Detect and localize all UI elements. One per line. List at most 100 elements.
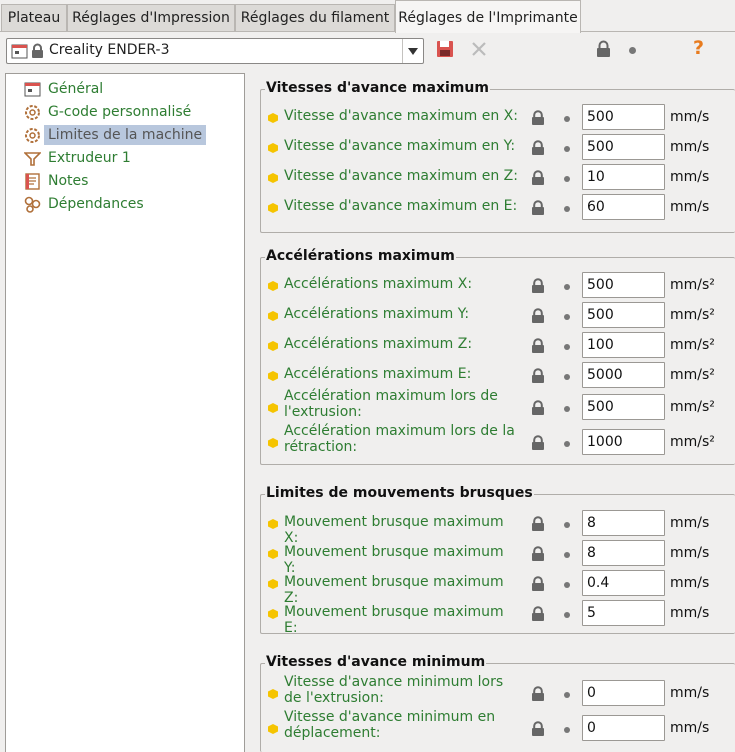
- save-icon[interactable]: [436, 40, 454, 58]
- lock-icon[interactable]: [531, 308, 545, 324]
- max-feedrate-x-input[interactable]: [582, 104, 665, 130]
- bullet-icon: [268, 519, 278, 529]
- setting-label: Vitesse d'avance maximum en X:: [284, 108, 518, 124]
- lock-icon[interactable]: [531, 516, 545, 532]
- reset-dot[interactable]: [564, 727, 570, 733]
- min-feedrate-extruding-input[interactable]: [582, 680, 665, 706]
- lock-icon[interactable]: [531, 278, 545, 294]
- group-title: Accélérations maximum: [265, 248, 456, 264]
- help-icon[interactable]: ?: [693, 37, 704, 59]
- lock-icon[interactable]: [531, 368, 545, 384]
- lock-icon: [32, 43, 43, 58]
- min-feedrate-travel-input[interactable]: [582, 715, 665, 741]
- unit-label: mm/s²: [670, 434, 715, 450]
- lock-icon[interactable]: [531, 170, 545, 186]
- setting-row: Vitesse d'avance maximum en Y: mm/s: [268, 134, 735, 162]
- max-jerk-e-input[interactable]: [582, 600, 665, 626]
- unit-label: mm/s²: [670, 277, 715, 293]
- setting-label: Vitesse d'avance maximum en Y:: [284, 138, 516, 154]
- tree-item-label: Dépendances: [48, 196, 144, 212]
- lock-icon[interactable]: [531, 338, 545, 354]
- lock-icon[interactable]: [596, 40, 611, 58]
- reset-dot[interactable]: [564, 344, 570, 350]
- bullet-icon: [268, 689, 278, 699]
- reset-dot[interactable]: [564, 582, 570, 588]
- tab-printer-settings[interactable]: Réglages de l'Imprimante: [395, 0, 581, 33]
- setting-row: Vitesse d'avance maximum en X: mm/s: [268, 104, 735, 132]
- reset-dot[interactable]: [564, 552, 570, 558]
- printer-preset-label: Creality ENDER-3: [49, 42, 170, 58]
- setting-row: Mouvement brusque maximum Z: mm/s: [268, 570, 735, 606]
- setting-row: Accélérations maximum Y: mm/s²: [268, 302, 735, 330]
- lock-icon[interactable]: [531, 435, 545, 451]
- max-accel-z-input[interactable]: [582, 332, 665, 358]
- setting-label: Accélérations maximum Z:: [284, 336, 473, 352]
- close-icon[interactable]: [470, 40, 488, 58]
- max-accel-extruding-input[interactable]: [582, 394, 665, 420]
- setting-row: Accélération maximum lors de la rétracti…: [268, 423, 735, 457]
- reset-dot[interactable]: [564, 206, 570, 212]
- setting-row: Mouvement brusque maximum X: mm/s: [268, 510, 735, 546]
- printer-icon: [24, 82, 41, 97]
- lock-icon[interactable]: [531, 140, 545, 156]
- setting-row: Accélérations maximum Z: mm/s²: [268, 332, 735, 360]
- tab-plateau[interactable]: Plateau: [1, 4, 67, 31]
- max-feedrate-e-input[interactable]: [582, 194, 665, 220]
- setting-row: Vitesse d'avance minimum lors de l'extru…: [268, 674, 735, 708]
- tree-item-label: Limites de la machine: [44, 125, 207, 145]
- reset-dot[interactable]: [564, 522, 570, 528]
- setting-label: Vitesse d'avance minimum en déplacement:: [284, 709, 496, 741]
- setting-row: Accélérations maximum X: mm/s²: [268, 272, 735, 300]
- lock-icon[interactable]: [531, 576, 545, 592]
- setting-row: Accélération maximum lors de l'extrusion…: [268, 388, 735, 422]
- lock-icon[interactable]: [531, 400, 545, 416]
- reset-dot[interactable]: [564, 406, 570, 412]
- max-feedrate-z-input[interactable]: [582, 164, 665, 190]
- max-accel-y-input[interactable]: [582, 302, 665, 328]
- reset-dot[interactable]: [564, 692, 570, 698]
- max-accel-retracting-input[interactable]: [582, 429, 665, 455]
- lock-icon[interactable]: [531, 200, 545, 216]
- reset-dot[interactable]: [564, 176, 570, 182]
- max-accel-e-input[interactable]: [582, 362, 665, 388]
- tab-filament-settings[interactable]: Réglages du filament: [235, 4, 395, 31]
- notes-icon: [25, 173, 40, 190]
- setting-row: Mouvement brusque maximum E: mm/s: [268, 600, 735, 636]
- funnel-icon: [24, 152, 41, 166]
- unit-label: mm/s: [670, 545, 710, 561]
- lock-icon[interactable]: [531, 606, 545, 622]
- settings-tree: Général G-code personnalisé Limites de l…: [5, 73, 245, 752]
- bullet-icon: [268, 579, 278, 589]
- reset-dot[interactable]: [564, 374, 570, 380]
- max-accel-x-input[interactable]: [582, 272, 665, 298]
- printer-icon: [11, 44, 28, 59]
- printer-preset-select[interactable]: Creality ENDER-3: [6, 38, 424, 64]
- bullet-icon: [268, 173, 278, 183]
- unit-label: mm/s²: [670, 307, 715, 323]
- max-feedrate-y-input[interactable]: [582, 134, 665, 160]
- bullet-icon: [268, 281, 278, 291]
- max-jerk-y-input[interactable]: [582, 540, 665, 566]
- lock-icon[interactable]: [531, 546, 545, 562]
- setting-row: Mouvement brusque maximum Y: mm/s: [268, 540, 735, 576]
- chevron-down-icon[interactable]: [402, 39, 423, 63]
- reset-dot[interactable]: [564, 284, 570, 290]
- tab-print-settings[interactable]: Réglages d'Impression: [67, 4, 235, 31]
- lock-icon[interactable]: [531, 110, 545, 126]
- lock-icon[interactable]: [531, 721, 545, 737]
- reset-dot[interactable]: [564, 314, 570, 320]
- lock-icon[interactable]: [531, 686, 545, 702]
- system-value-dot: [629, 47, 636, 54]
- setting-label: Vitesse d'avance maximum en E:: [284, 198, 518, 214]
- tree-item-label: Général: [48, 81, 104, 97]
- bullet-icon: [268, 311, 278, 321]
- reset-dot[interactable]: [564, 146, 570, 152]
- reset-dot[interactable]: [564, 441, 570, 447]
- reset-dot[interactable]: [564, 612, 570, 618]
- reset-dot[interactable]: [564, 116, 570, 122]
- max-jerk-x-input[interactable]: [582, 510, 665, 536]
- unit-label: mm/s: [670, 169, 710, 185]
- max-jerk-z-input[interactable]: [582, 570, 665, 596]
- tree-item-label: G-code personnalisé: [48, 104, 192, 120]
- setting-label: Vitesse d'avance minimum lors de l'extru…: [284, 674, 504, 706]
